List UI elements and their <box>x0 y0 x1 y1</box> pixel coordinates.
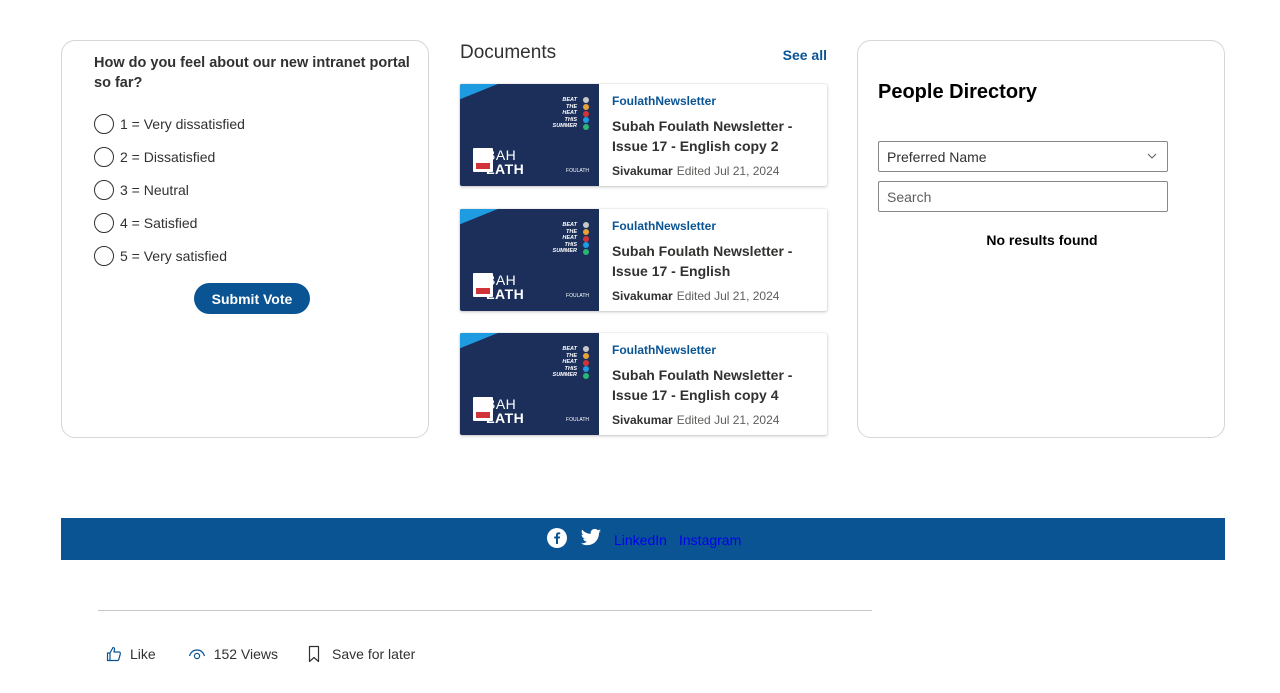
document-info: FoulathNewsletter Subah Foulath Newslett… <box>612 93 822 179</box>
people-directory-title: People Directory <box>878 81 1037 103</box>
document-edited: Edited Jul 21, 2024 <box>676 413 780 427</box>
pdf-file-icon <box>473 273 493 297</box>
save-for-later-button[interactable]: Save for later <box>306 645 415 663</box>
document-title[interactable]: Subah Foulath Newsletter - Issue 17 - En… <box>612 242 822 282</box>
document-meta: Sivakumar Edited Jul 21, 2024 <box>612 288 822 304</box>
foulath-logo: FOULATH <box>566 168 589 174</box>
document-edited: Edited Jul 21, 2024 <box>676 164 780 178</box>
document-thumbnail: BEAT THE HEAT THIS SUMMER BAH LATH FOULATH <box>460 209 599 311</box>
twitter-icon[interactable] <box>580 528 602 548</box>
document-card[interactable]: BEAT THE HEAT THIS SUMMER BAH LATH FOULATH Fo… <box>460 84 827 186</box>
documents-title: Documents <box>460 42 557 63</box>
document-card[interactable]: BEAT THE HEAT THIS SUMMER BAH LATH FOULATH Fo… <box>460 209 827 311</box>
foulath-logo: FOULATH <box>566 293 589 299</box>
people-search-input[interactable] <box>878 181 1168 212</box>
no-results-message: No results found <box>986 232 1098 248</box>
eye-icon <box>188 649 205 660</box>
pdf-file-icon <box>473 148 493 172</box>
poll-option-5[interactable]: 5 = Very satisfied <box>94 239 404 272</box>
poll-option-label: 3 = Neutral <box>120 181 189 198</box>
document-meta: Sivakumar Edited Jul 21, 2024 <box>612 412 822 428</box>
instagram-link[interactable]: Instagram <box>679 532 741 548</box>
thumbnail-text: BEAT THE HEAT THIS SUMMER <box>552 346 577 379</box>
people-directory-card: People Directory Preferred Name No resul… <box>857 40 1225 438</box>
document-title[interactable]: Subah Foulath Newsletter - Issue 17 - En… <box>612 117 822 157</box>
radio-button[interactable] <box>94 212 114 233</box>
views-count: 152 Views <box>188 646 278 662</box>
views-label: 152 Views <box>213 646 279 662</box>
radio-button[interactable] <box>94 245 114 266</box>
save-for-later-label: Save for later <box>332 646 416 662</box>
poll-option-4[interactable]: 4 = Satisfied <box>94 206 404 239</box>
document-source[interactable]: FoulathNewsletter <box>612 93 822 109</box>
document-meta: Sivakumar Edited Jul 21, 2024 <box>612 163 822 179</box>
document-source[interactable]: FoulathNewsletter <box>612 218 822 234</box>
radio-button[interactable] <box>94 113 114 134</box>
page-actions: Like 152 Views Save for later <box>106 643 415 665</box>
document-info: FoulathNewsletter Subah Foulath Newslett… <box>612 218 822 304</box>
document-author: Sivakumar <box>612 289 673 303</box>
poll-option-label: 4 = Satisfied <box>120 214 198 231</box>
document-edited: Edited Jul 21, 2024 <box>676 289 780 303</box>
document-author: Sivakumar <box>612 164 673 178</box>
poll-card: How do you feel about our new intranet p… <box>61 40 429 438</box>
foulath-logo: FOULATH <box>566 417 589 423</box>
thumbnail-text: BEAT THE HEAT THIS SUMMER <box>552 222 577 255</box>
poll-option-label: 1 = Very dissatisfied <box>120 115 245 132</box>
poll-question: How do you feel about our new intranet p… <box>94 55 410 91</box>
facebook-icon[interactable] <box>547 528 567 548</box>
poll-options: 1 = Very dissatisfied 2 = Dissatisfied 3… <box>94 107 404 272</box>
document-author: Sivakumar <box>612 413 673 427</box>
poll-option-label: 5 = Very satisfied <box>120 247 228 264</box>
submit-vote-button[interactable]: Submit Vote <box>194 283 310 314</box>
document-title[interactable]: Subah Foulath Newsletter - Issue 17 - En… <box>612 366 822 406</box>
chevron-down-icon <box>1147 153 1157 159</box>
document-card[interactable]: BEAT THE HEAT THIS SUMMER BAH LATH FOULATH Fo… <box>460 333 827 435</box>
social-footer-bar: LinkedIn Instagram <box>61 518 1225 560</box>
poll-option-1[interactable]: 1 = Very dissatisfied <box>94 107 404 140</box>
radio-button[interactable] <box>94 146 114 167</box>
pdf-file-icon <box>473 397 493 421</box>
document-thumbnail: BEAT THE HEAT THIS SUMMER BAH LATH FOULATH <box>460 84 599 186</box>
like-button[interactable]: Like <box>106 646 156 662</box>
dropdown-value: Preferred Name <box>887 149 987 165</box>
document-info: FoulathNewsletter Subah Foulath Newslett… <box>612 342 822 428</box>
thumbs-up-icon <box>106 646 121 662</box>
documents-header: Documents See all <box>460 42 827 68</box>
thumbnail-text: BEAT THE HEAT THIS SUMMER <box>552 97 577 130</box>
document-source[interactable]: FoulathNewsletter <box>612 342 822 358</box>
bookmark-icon <box>308 645 320 663</box>
poll-option-2[interactable]: 2 = Dissatisfied <box>94 140 404 173</box>
poll-option-label: 2 = Dissatisfied <box>120 148 216 165</box>
like-label: Like <box>130 646 156 662</box>
radio-button[interactable] <box>94 179 114 200</box>
linkedin-link[interactable]: LinkedIn <box>614 532 667 548</box>
preferred-name-dropdown[interactable]: Preferred Name <box>878 141 1168 172</box>
poll-option-3[interactable]: 3 = Neutral <box>94 173 404 206</box>
see-all-link[interactable]: See all <box>783 47 827 63</box>
document-thumbnail: BEAT THE HEAT THIS SUMMER BAH LATH FOULATH <box>460 333 599 435</box>
divider <box>98 610 872 611</box>
